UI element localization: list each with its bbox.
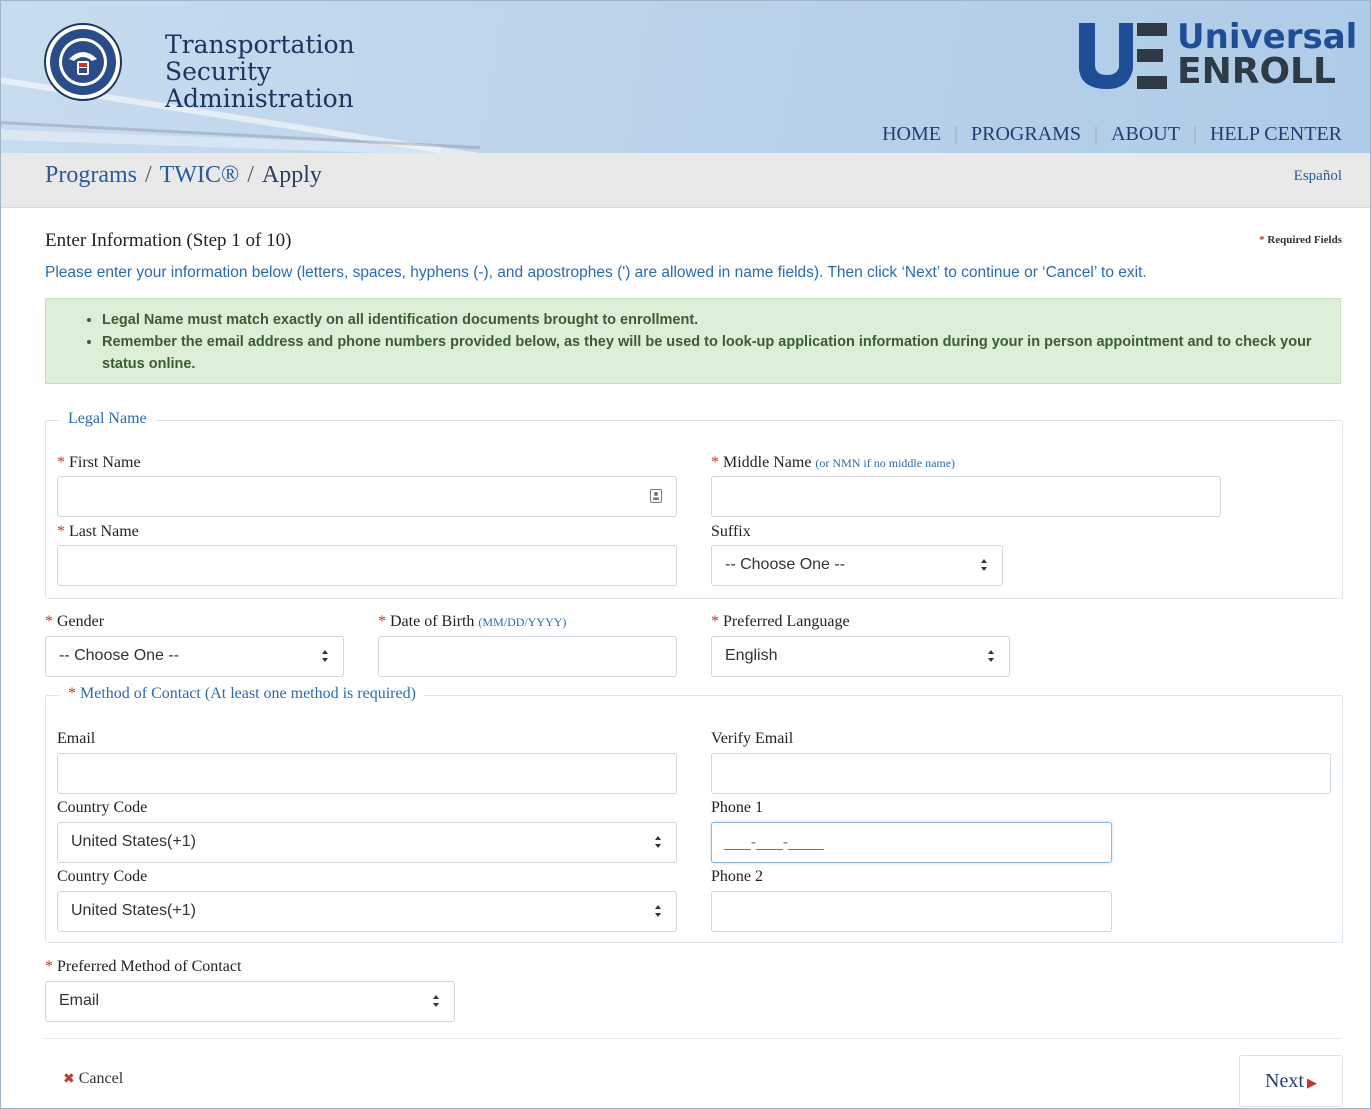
select-arrows-icon [981, 559, 987, 571]
notice-box: Legal Name must match exactly on all ide… [45, 298, 1341, 384]
verify-email-input[interactable] [711, 753, 1331, 794]
email-input[interactable] [57, 753, 677, 794]
universal-enroll-logo[interactable]: Universal ENROLL [1077, 17, 1357, 93]
close-icon: ✖ [63, 1071, 75, 1087]
preferred-contact-select[interactable]: Email [45, 981, 455, 1022]
select-arrows-icon [655, 905, 661, 917]
nav-about[interactable]: ABOUT [1111, 123, 1180, 145]
select-arrows-icon [322, 650, 328, 662]
agency-name: Transportation Security Administration [165, 30, 355, 113]
caret-right-icon: ▶ [1306, 1074, 1317, 1090]
notice-item: Legal Name must match exactly on all ide… [102, 309, 1340, 331]
preferred-language-select[interactable]: English [711, 636, 1010, 677]
dob-label: * Date of Birth (MM/DD/YYYY) [378, 613, 567, 630]
site-header: Transportation Security Administration U… [1, 1, 1370, 153]
country-code-1-select[interactable]: United States(+1) [57, 822, 677, 863]
page: Transportation Security Administration U… [0, 0, 1371, 1109]
select-arrows-icon [988, 650, 994, 662]
phone-2-input[interactable] [711, 891, 1112, 932]
last-name-label: * Last Name [57, 523, 139, 540]
suffix-label: Suffix [711, 523, 751, 540]
middle-name-input[interactable] [711, 476, 1221, 517]
nav-help-center[interactable]: HELP CENTER [1210, 123, 1342, 145]
middle-name-label: * Middle Name (or NMN if no middle name) [711, 454, 956, 471]
autofill-contact-icon[interactable] [650, 489, 662, 503]
verify-email-label: Verify Email [711, 730, 794, 747]
phone-2-label: Phone 2 [711, 868, 763, 885]
country-code-2-label: Country Code [57, 868, 148, 885]
top-nav: HOME | PROGRAMS | ABOUT | HELP CENTER [882, 123, 1342, 145]
cancel-button[interactable]: ✖ Cancel [63, 1070, 123, 1088]
suffix-select[interactable]: -- Choose One -- [711, 545, 1003, 586]
preferred-contact-label: * Preferred Method of Contact [45, 958, 242, 975]
breadcrumb-programs[interactable]: Programs [45, 162, 137, 188]
phone-1-label: Phone 1 [711, 799, 763, 816]
breadcrumb-bar: Programs / TWIC® / Apply Español [1, 153, 1370, 208]
select-arrows-icon [655, 836, 661, 848]
dob-input[interactable] [378, 636, 677, 677]
email-label: Email [57, 730, 96, 747]
nav-programs[interactable]: PROGRAMS [971, 123, 1081, 145]
gender-select[interactable]: -- Choose One -- [45, 636, 344, 677]
select-arrows-icon [433, 995, 439, 1007]
breadcrumb: Programs / TWIC® / Apply [45, 162, 322, 188]
legal-name-legend: Legal Name [60, 410, 155, 428]
last-name-input[interactable] [57, 545, 677, 586]
instructions-text: Please enter your information below (let… [45, 264, 1147, 281]
breadcrumb-apply: Apply [261, 162, 322, 188]
dhs-seal-icon [44, 23, 122, 101]
ue-mark-icon [1079, 23, 1167, 89]
nav-home[interactable]: HOME [882, 123, 941, 145]
language-link-espanol[interactable]: Español [1294, 168, 1342, 185]
form-divider [45, 1038, 1341, 1039]
preferred-language-label: * Preferred Language [711, 613, 850, 630]
breadcrumb-twic[interactable]: TWIC® [160, 162, 240, 188]
required-fields-note: * Required Fields [1259, 234, 1342, 246]
country-code-1-label: Country Code [57, 799, 148, 816]
first-name-label: * First Name [57, 454, 141, 471]
notice-item: Remember the email address and phone num… [102, 331, 1340, 375]
first-name-input[interactable] [57, 476, 677, 517]
next-button[interactable]: Next ▶ [1239, 1055, 1343, 1107]
step-title: Enter Information (Step 1 of 10) [45, 230, 292, 251]
gender-label: * Gender [45, 613, 105, 630]
country-code-2-select[interactable]: United States(+1) [57, 891, 677, 932]
phone-1-input[interactable] [711, 822, 1112, 863]
method-of-contact-legend: * Method of Contact (At least one method… [60, 685, 424, 703]
